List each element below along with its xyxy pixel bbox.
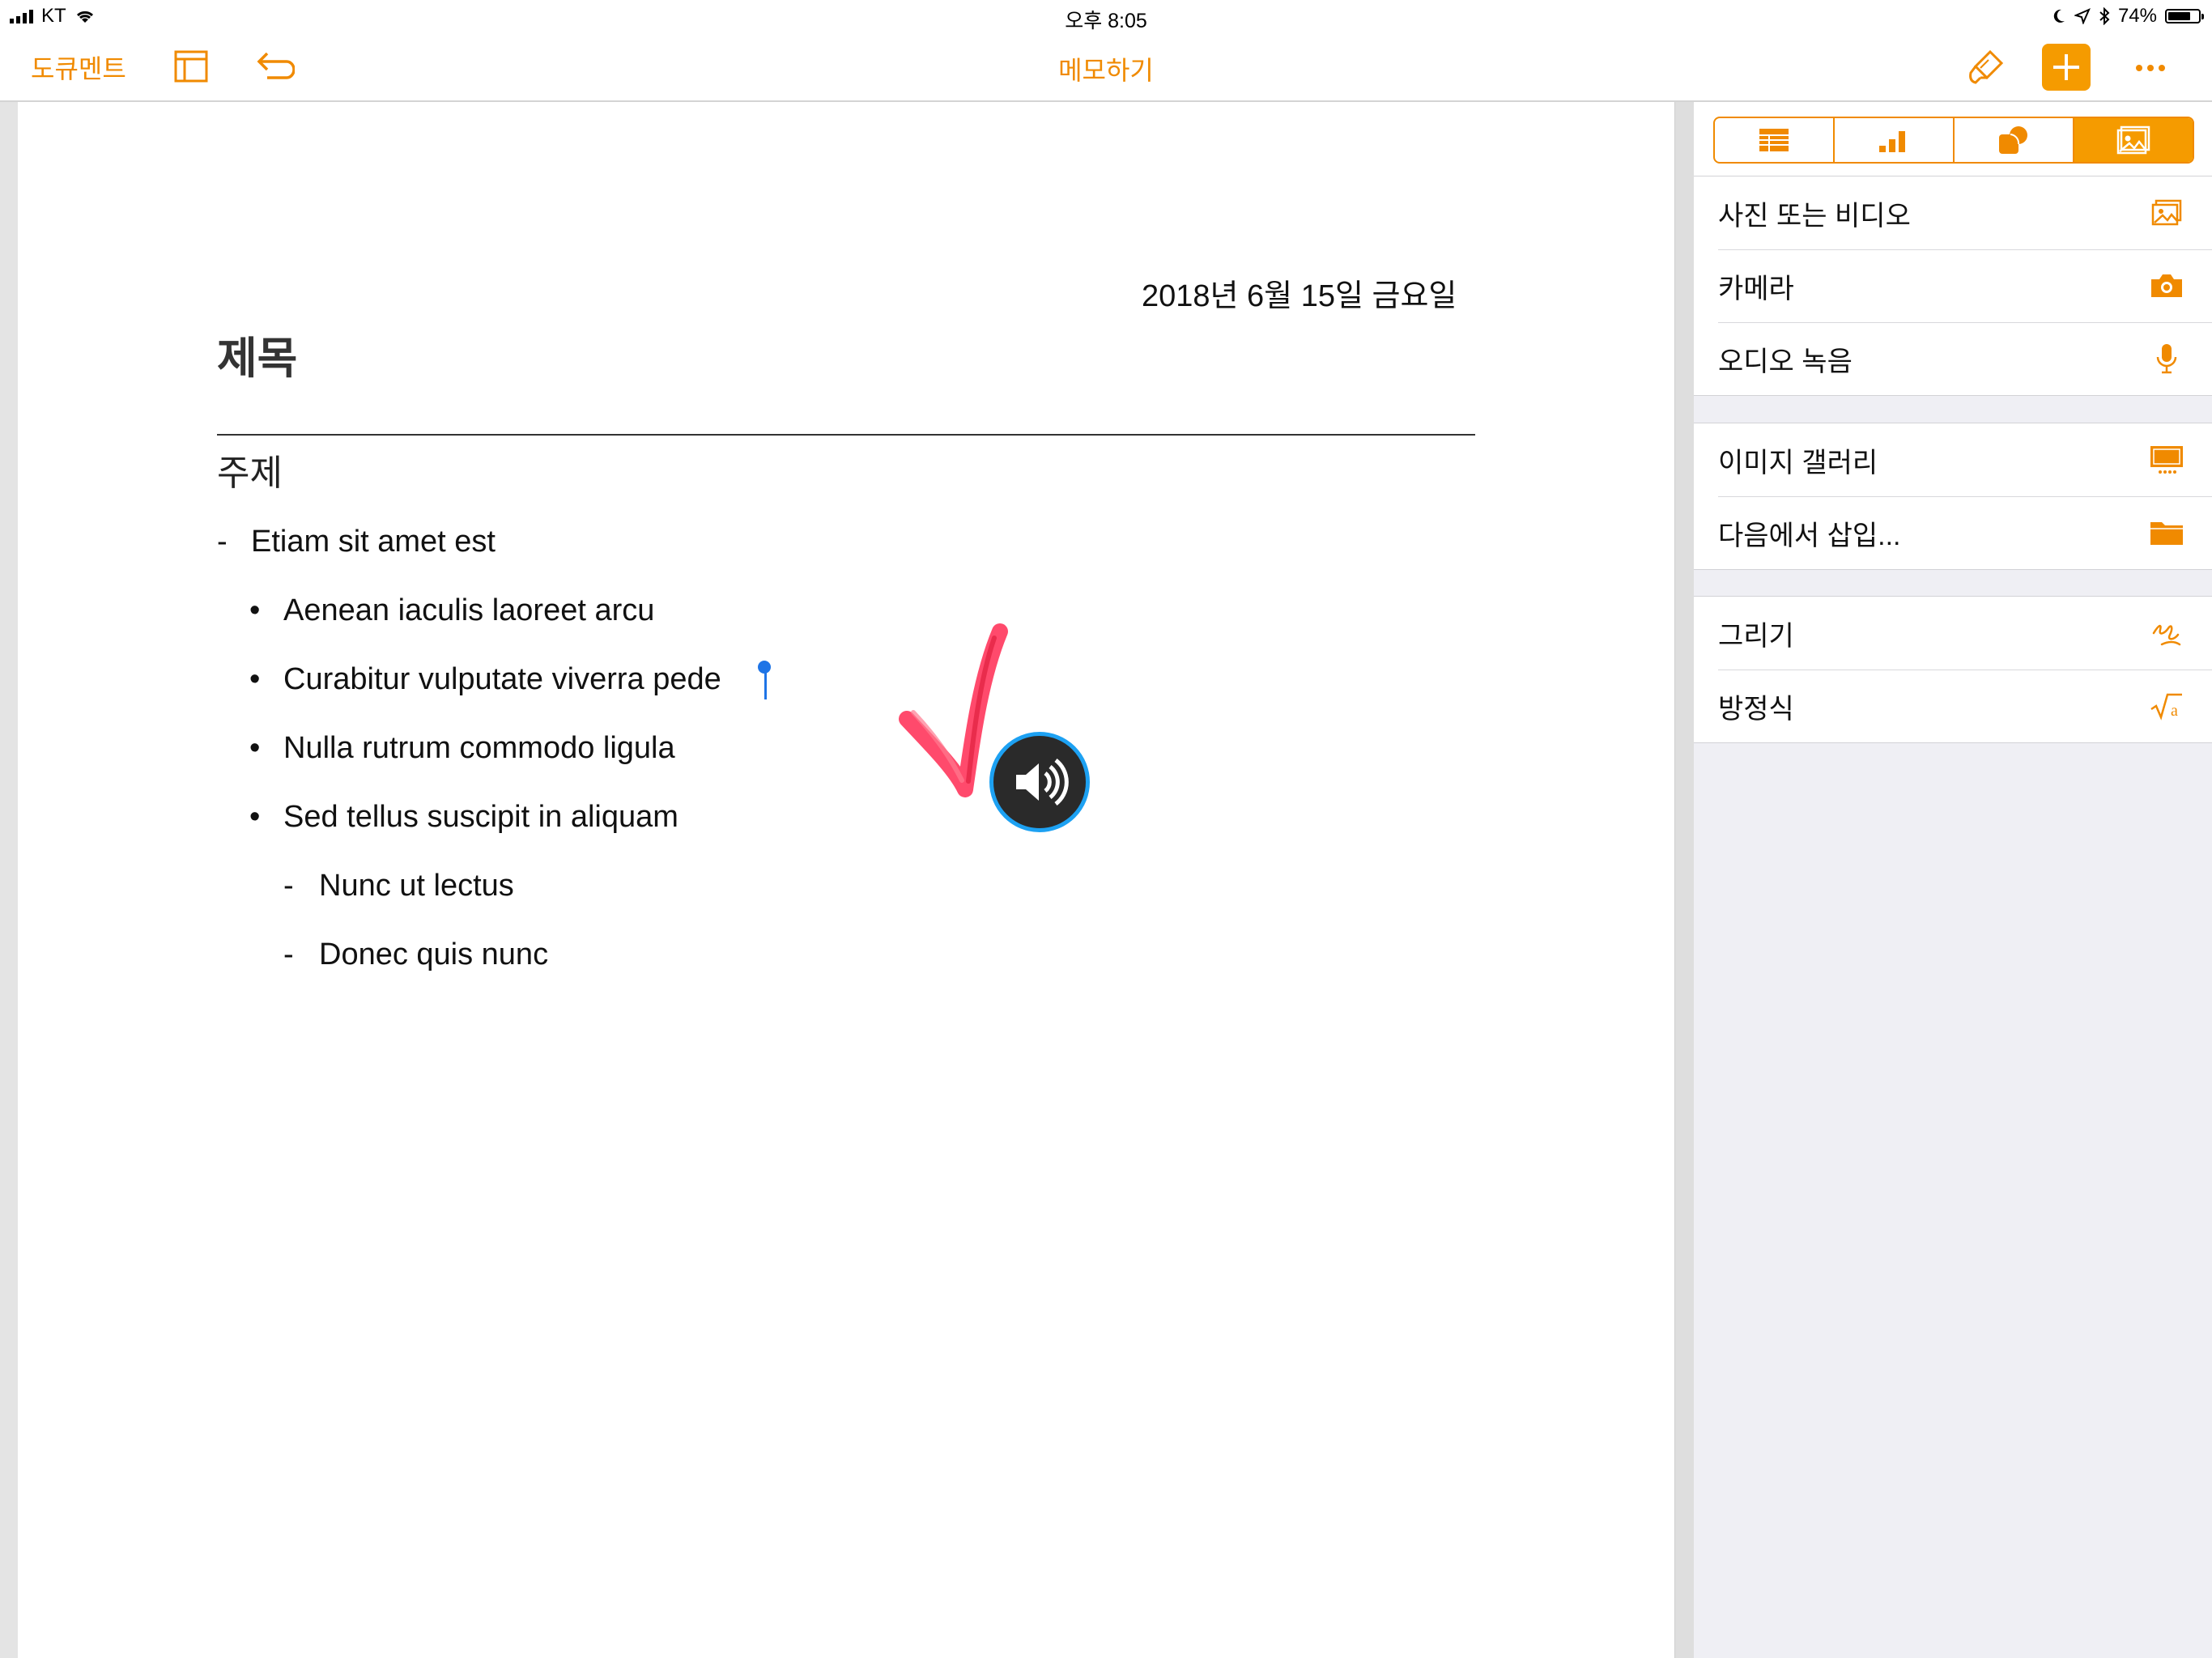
menu-item-equation[interactable]: 방정식 a: [1694, 670, 2212, 742]
menu-item-insert-from[interactable]: 다음에서 삽입...: [1694, 496, 2212, 569]
ellipsis-icon[interactable]: [2128, 47, 2173, 89]
menu-item-photo-video[interactable]: 사진 또는 비디오: [1694, 176, 2212, 249]
bluetooth-icon: [2099, 7, 2110, 25]
equation-icon: a: [2149, 688, 2184, 724]
battery-level: [2168, 12, 2190, 20]
photo-icon: [2149, 195, 2184, 231]
status-bar: KT 오후 8:05 74%: [0, 0, 2212, 34]
battery-icon: [2165, 9, 2204, 23]
left-margin-strip: [0, 102, 18, 1658]
moon-icon: [2053, 9, 2065, 23]
list-item-text: Nunc ut lectus: [319, 869, 514, 903]
menu-item-label: 카메라: [1718, 273, 1794, 304]
menu-item-label: 오디오 녹음: [1718, 346, 1853, 377]
table-icon[interactable]: [1715, 118, 1835, 162]
chart-icon[interactable]: [1835, 118, 1955, 162]
folder-icon: [2149, 515, 2184, 551]
undo-icon[interactable]: [254, 49, 296, 84]
list-item-text: Sed tellus suscipit in aliquam: [283, 800, 678, 834]
menu-item-drawing[interactable]: 그리기: [1694, 597, 2212, 670]
list-marker: •: [249, 731, 261, 765]
menu-item-label: 방정식: [1718, 693, 1794, 725]
microphone-icon: [2149, 341, 2184, 376]
sidebar-view-icon[interactable]: [173, 49, 209, 84]
menu-item-camera[interactable]: 카메라: [1694, 249, 2212, 322]
list-item-text: Etiam sit amet est: [251, 525, 496, 559]
insert-panel: 사진 또는 비디오 카메라 오디오 녹음 이미지 갤러리 다음에서 삽입... …: [1694, 102, 2212, 1658]
list-item-text: Donec quis nunc: [319, 937, 549, 971]
cursor-handle[interactable]: [758, 661, 771, 674]
location-arrow-icon: [2074, 8, 2091, 24]
toolbar: 도큐멘트 메모하기: [0, 34, 2212, 102]
speaker-icon: [1016, 759, 1069, 806]
menu-item-label: 다음에서 삽입...: [1718, 520, 1901, 551]
list-marker: -: [283, 869, 294, 903]
list-marker: -: [217, 525, 228, 559]
paintbrush-icon[interactable]: [1963, 47, 2008, 89]
list-marker: •: [249, 800, 261, 834]
panel-divider: [1674, 102, 1694, 1658]
list-marker: •: [249, 593, 261, 627]
insert-group-files: 이미지 갤러리 다음에서 삽입...: [1694, 423, 2212, 570]
document-date[interactable]: 2018년 6월 15일 금요일: [1142, 270, 1457, 315]
image-gallery-icon: [2149, 442, 2184, 478]
svg-text:a: a: [2171, 702, 2178, 720]
plus-icon[interactable]: [2042, 44, 2091, 91]
menu-item-image-gallery[interactable]: 이미지 갤러리: [1694, 423, 2212, 496]
menu-item-label: 그리기: [1718, 620, 1794, 652]
media-icon[interactable]: [2074, 118, 2193, 162]
insert-group-media: 사진 또는 비디오 카메라 오디오 녹음: [1694, 176, 2212, 396]
list-item-text: Curabitur vulputate viverra pede: [283, 662, 721, 696]
list-item-text: Aenean iaculis laoreet arcu: [283, 593, 655, 627]
list-item-text: Nulla rutrum commodo ligula: [283, 731, 675, 765]
menu-item-label: 사진 또는 비디오: [1718, 200, 1911, 232]
battery-percent: 74%: [2117, 5, 2157, 27]
menu-item-label: 이미지 갤러리: [1718, 447, 1878, 478]
insert-group-tools: 그리기 방정식 a: [1694, 596, 2212, 743]
drawing-icon: [2149, 615, 2184, 651]
speak-selection-button[interactable]: [989, 732, 1090, 832]
heading-rule: [217, 434, 1475, 436]
document-heading[interactable]: 제목: [217, 322, 297, 386]
status-time: 오후 8:05: [1065, 10, 1147, 32]
document-subtitle[interactable]: 주제: [217, 444, 283, 495]
menu-item-audio-recording[interactable]: 오디오 녹음: [1694, 322, 2212, 395]
insert-tabs-bar: [1694, 102, 2212, 176]
camera-icon: [2149, 268, 2184, 304]
document-title[interactable]: 메모하기: [0, 50, 2212, 87]
list-marker: -: [283, 937, 294, 971]
list-marker: •: [249, 662, 261, 696]
insert-tabs: [1713, 117, 2194, 164]
status-right: 74%: [2052, 5, 2204, 28]
shapes-icon[interactable]: [1955, 118, 2074, 162]
